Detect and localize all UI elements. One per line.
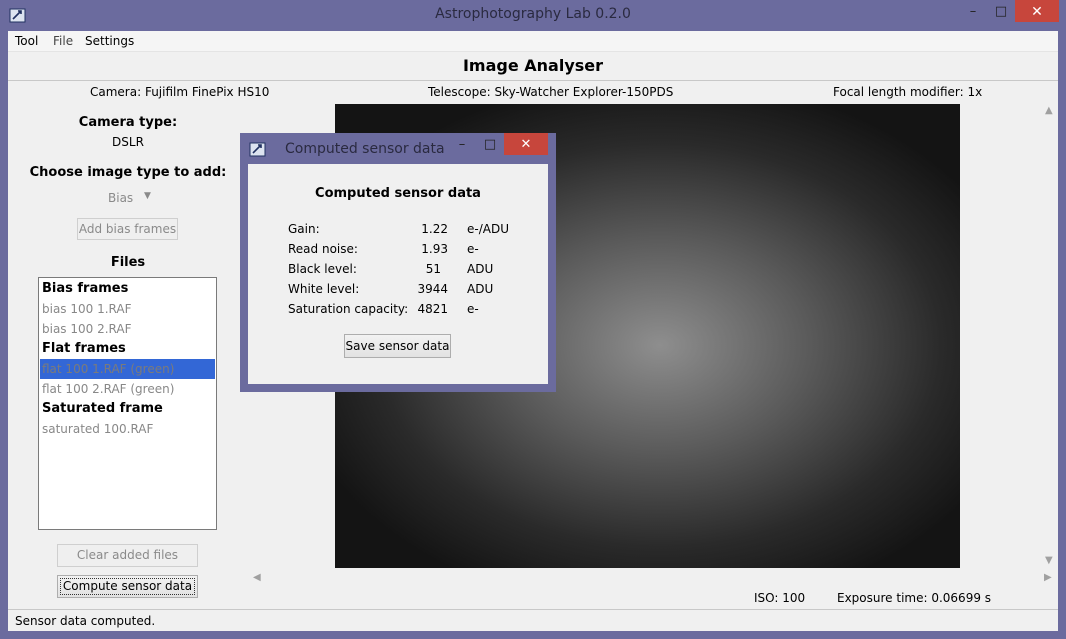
telescope-info: Telescope: Sky-Watcher Explorer-150PDS: [428, 85, 674, 99]
read-noise-unit: e-: [467, 242, 479, 256]
save-sensor-data-button[interactable]: Save sensor data: [344, 334, 451, 358]
menu-settings[interactable]: Settings: [85, 34, 134, 48]
sensor-data-dialog: Computed sensor data – □ ✕ Computed sens…: [240, 133, 556, 392]
scroll-left-icon[interactable]: ◀: [253, 572, 261, 583]
read-noise-label: Read noise:: [288, 242, 358, 256]
status-text: Sensor data computed.: [15, 614, 156, 628]
chevron-down-icon: ▼: [144, 191, 151, 201]
minimize-icon[interactable]: –: [960, 0, 986, 22]
white-level-label: White level:: [288, 282, 360, 296]
image-type-dropdown[interactable]: Bias ▼: [108, 191, 158, 209]
minimize-icon[interactable]: –: [452, 133, 472, 155]
add-frames-button[interactable]: Add bias frames: [77, 218, 178, 240]
menu-tool[interactable]: Tool: [15, 34, 38, 48]
exposure-time: Exposure time: 0.06699 s: [837, 591, 992, 605]
menu-bar: Tool File Settings: [8, 31, 1058, 52]
files-list[interactable]: Bias frames bias 100 1.RAF bias 100 2.RA…: [38, 277, 217, 530]
dialog-title: Computed sensor data: [285, 141, 445, 157]
choose-image-type-label: Choose image type to add:: [29, 165, 227, 180]
gain-label: Gain:: [288, 222, 320, 236]
black-level-unit: ADU: [467, 262, 494, 276]
gain-value: 1.22: [421, 222, 448, 236]
clear-files-button[interactable]: Clear added files: [57, 544, 198, 567]
menu-file[interactable]: File: [53, 34, 73, 48]
status-bar: Sensor data computed.: [8, 609, 1058, 632]
list-header[interactable]: Flat frames: [42, 339, 126, 359]
read-noise-value: 1.93: [421, 242, 448, 256]
app-icon: [249, 142, 266, 157]
camera-type-label: Camera type:: [78, 115, 178, 130]
scroll-right-icon[interactable]: ▶: [1044, 572, 1052, 583]
saturation-capacity-value: 4821: [417, 302, 448, 316]
camera-type-value: DSLR: [112, 135, 144, 149]
black-level-value: 51: [425, 262, 441, 276]
list-item[interactable]: saturated 100.RAF: [42, 419, 153, 439]
dialog-heading: Computed sensor data: [315, 186, 481, 201]
close-icon[interactable]: ✕: [504, 133, 548, 155]
list-item[interactable]: bias 100 1.RAF: [42, 299, 132, 319]
close-icon[interactable]: ✕: [1015, 0, 1059, 22]
page-title: Image Analyser: [462, 56, 604, 75]
divider: [8, 80, 1058, 81]
saturation-capacity-unit: e-: [467, 302, 479, 316]
list-header[interactable]: Saturated frame: [42, 399, 163, 419]
list-item[interactable]: bias 100 2.RAF: [42, 319, 132, 339]
window-title: Astrophotography Lab 0.2.0: [435, 6, 631, 22]
files-label: Files: [110, 255, 146, 270]
white-level-unit: ADU: [467, 282, 494, 296]
camera-info: Camera: Fujifilm FinePix HS10: [90, 85, 270, 99]
maximize-icon[interactable]: □: [988, 0, 1014, 22]
dialog-content: Computed sensor data Gain: 1.22 e-/ADU R…: [248, 164, 548, 384]
focal-length-info: Focal length modifier: 1x: [833, 85, 983, 99]
saturation-capacity-label: Saturation capacity:: [288, 302, 409, 316]
black-level-label: Black level:: [288, 262, 357, 276]
scroll-up-icon[interactable]: ▲: [1045, 105, 1053, 116]
image-type-selected: Bias: [108, 191, 134, 205]
gain-unit: e-/ADU: [467, 222, 509, 236]
compute-sensor-data-button[interactable]: Compute sensor data: [57, 575, 198, 598]
list-item-selected[interactable]: flat 100 1.RAF (green): [40, 359, 215, 379]
list-header[interactable]: Bias frames: [42, 279, 128, 299]
scroll-down-icon[interactable]: ▼: [1045, 555, 1053, 566]
iso-value: ISO: 100: [754, 591, 806, 605]
list-item[interactable]: flat 100 2.RAF (green): [42, 379, 174, 399]
white-level-value: 3944: [417, 282, 448, 296]
maximize-icon[interactable]: □: [480, 133, 500, 155]
title-bar[interactable]: Astrophotography Lab 0.2.0 – □ ✕: [0, 0, 1066, 31]
